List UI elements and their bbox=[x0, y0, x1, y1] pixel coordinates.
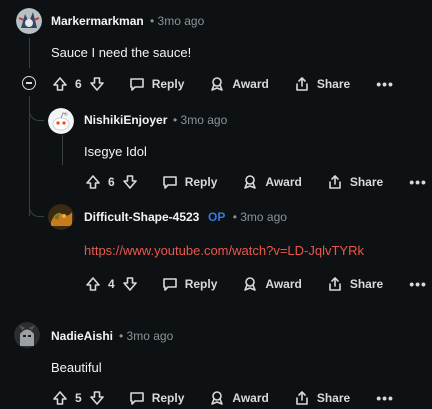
thread-line-curve-2 bbox=[29, 206, 44, 217]
share-icon bbox=[293, 389, 311, 407]
comment-meta: • 3mo ago bbox=[119, 329, 173, 343]
reply-icon bbox=[161, 275, 179, 293]
award-icon bbox=[241, 275, 259, 293]
reply-label: Reply bbox=[151, 391, 185, 405]
upvote-icon[interactable] bbox=[84, 173, 102, 191]
downvote-icon[interactable] bbox=[88, 389, 106, 407]
username[interactable]: NishikiEnjoyer bbox=[84, 113, 167, 127]
share-label: Share bbox=[349, 277, 384, 291]
award-label: Award bbox=[265, 175, 302, 189]
share-label: Share bbox=[316, 77, 351, 91]
avatar-image bbox=[16, 8, 42, 34]
reply-icon bbox=[161, 173, 179, 191]
op-badge: OP bbox=[208, 210, 226, 224]
downvote-icon[interactable] bbox=[121, 275, 139, 293]
collapse-button[interactable] bbox=[22, 76, 36, 90]
downvote-icon[interactable] bbox=[88, 75, 106, 93]
comment-body: Isegye Idol bbox=[84, 144, 147, 159]
share-button[interactable]: Share bbox=[293, 389, 350, 407]
reply-button[interactable]: Reply bbox=[161, 275, 218, 293]
upvote-icon[interactable] bbox=[84, 275, 102, 293]
vote-count: 5 bbox=[75, 391, 82, 405]
avatar[interactable] bbox=[48, 204, 74, 230]
comment-actions: 5 Reply Award Share ••• bbox=[51, 387, 431, 409]
share-label: Share bbox=[349, 175, 384, 189]
share-icon bbox=[293, 75, 311, 93]
comment-actions: 6 Reply Award Share ••• bbox=[84, 171, 427, 193]
meta-separator: • bbox=[150, 14, 155, 28]
reply-label: Reply bbox=[184, 175, 218, 189]
thread-line-curve-1 bbox=[29, 110, 44, 121]
share-label: Share bbox=[316, 391, 351, 405]
timestamp[interactable]: 3mo ago bbox=[240, 210, 287, 224]
avatar[interactable] bbox=[14, 322, 40, 348]
more-options-button[interactable]: ••• bbox=[376, 76, 394, 92]
comment-body: Sauce I need the sauce! bbox=[51, 45, 192, 60]
comment-meta: • 3mo ago bbox=[173, 113, 227, 127]
avatar-image bbox=[48, 108, 74, 134]
award-button[interactable]: Award bbox=[241, 173, 302, 191]
reply-button[interactable]: Reply bbox=[161, 173, 218, 191]
comment-meta: OP • 3mo ago bbox=[208, 210, 287, 224]
award-icon bbox=[241, 173, 259, 191]
reply-icon bbox=[128, 75, 146, 93]
share-button[interactable]: Share bbox=[326, 275, 383, 293]
meta-separator: • bbox=[173, 113, 178, 127]
award-button[interactable]: Award bbox=[208, 389, 269, 407]
reply-label: Reply bbox=[151, 77, 185, 91]
meta-separator: • bbox=[119, 329, 124, 343]
meta-separator: • bbox=[232, 210, 237, 224]
avatar-image bbox=[14, 322, 40, 348]
award-label: Award bbox=[232, 77, 269, 91]
vote-count: 6 bbox=[75, 77, 82, 91]
downvote-icon[interactable] bbox=[121, 173, 139, 191]
thread-line-child bbox=[62, 135, 63, 165]
comment-actions: 6 Reply Award Share ••• bbox=[51, 73, 431, 95]
vote-count: 4 bbox=[108, 277, 115, 291]
reply-button[interactable]: Reply bbox=[128, 75, 185, 93]
timestamp[interactable]: 3mo ago bbox=[181, 113, 228, 127]
timestamp[interactable]: 3mo ago bbox=[127, 329, 174, 343]
award-button[interactable]: Award bbox=[241, 275, 302, 293]
avatar[interactable] bbox=[16, 8, 42, 34]
upvote-icon[interactable] bbox=[51, 389, 69, 407]
award-button[interactable]: Award bbox=[208, 75, 269, 93]
username[interactable]: NadieAishi bbox=[51, 329, 113, 343]
award-label: Award bbox=[232, 391, 269, 405]
thread-line-root bbox=[29, 38, 30, 68]
comment-actions: 4 Reply Award Share ••• bbox=[84, 273, 427, 295]
vote-count: 6 bbox=[108, 175, 115, 189]
more-options-button[interactable]: ••• bbox=[409, 174, 427, 190]
timestamp[interactable]: 3mo ago bbox=[158, 14, 205, 28]
comment-body: Beautiful bbox=[51, 360, 102, 375]
avatar-image bbox=[48, 204, 74, 230]
reply-icon bbox=[128, 389, 146, 407]
share-button[interactable]: Share bbox=[326, 173, 383, 191]
more-options-button[interactable]: ••• bbox=[376, 390, 394, 406]
comment-meta: • 3mo ago bbox=[150, 14, 204, 28]
share-button[interactable]: Share bbox=[293, 75, 350, 93]
comment-link[interactable]: https://www.youtube.com/watch?v=LD-JqlvT… bbox=[84, 243, 364, 258]
username[interactable]: Markermarkman bbox=[51, 14, 144, 28]
award-icon bbox=[208, 389, 226, 407]
upvote-icon[interactable] bbox=[51, 75, 69, 93]
share-icon bbox=[326, 275, 344, 293]
award-icon bbox=[208, 75, 226, 93]
reply-label: Reply bbox=[184, 277, 218, 291]
share-icon bbox=[326, 173, 344, 191]
avatar[interactable] bbox=[48, 108, 74, 134]
award-label: Award bbox=[265, 277, 302, 291]
reply-button[interactable]: Reply bbox=[128, 389, 185, 407]
username[interactable]: Difficult-Shape-4523 bbox=[84, 210, 199, 224]
more-options-button[interactable]: ••• bbox=[409, 276, 427, 292]
